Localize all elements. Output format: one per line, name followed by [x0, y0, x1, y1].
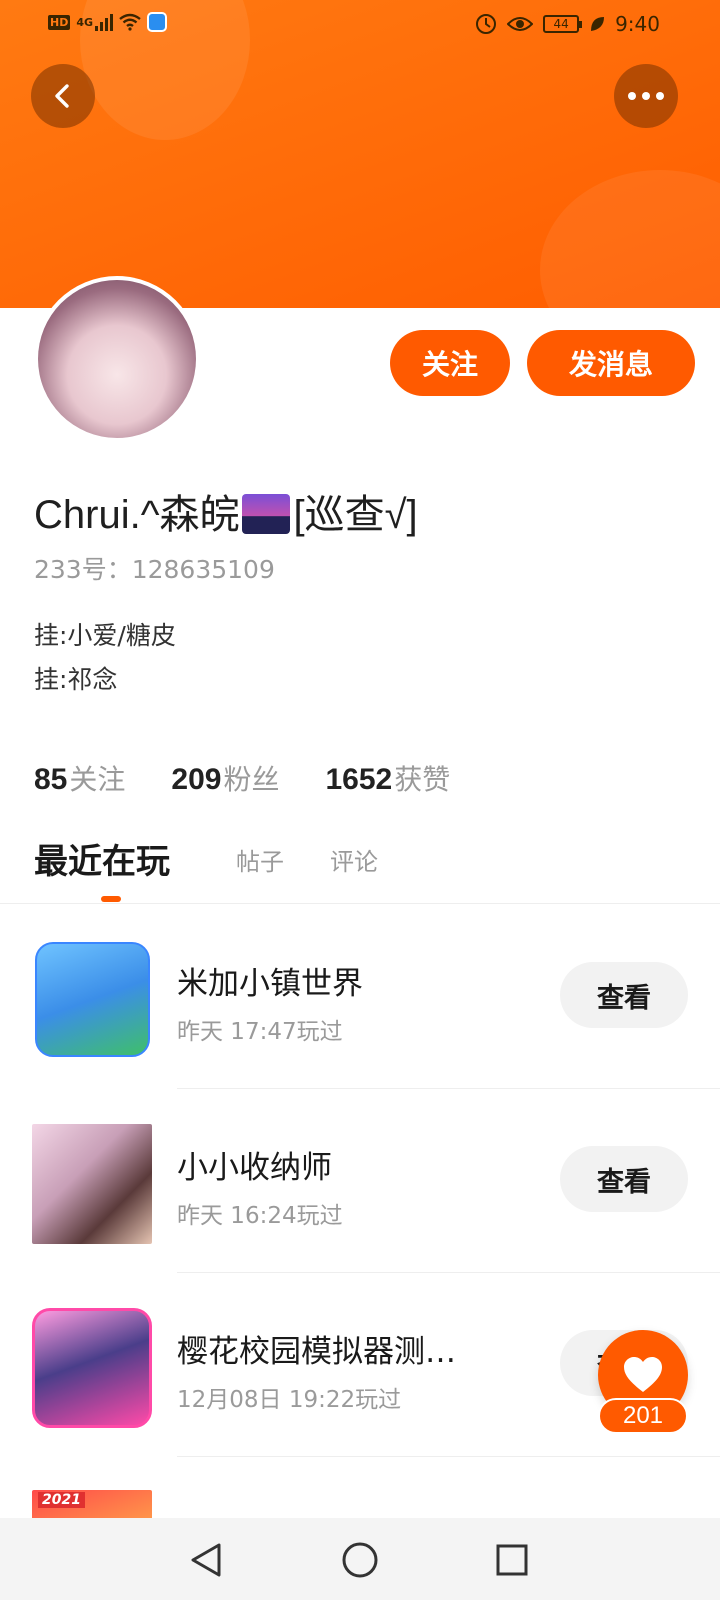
- list-item[interactable]: 米加小镇世界 昨天 17:47玩过 查看: [0, 920, 720, 1104]
- username-badge: [巡查√]: [293, 493, 418, 537]
- tab-posts[interactable]: 帖子: [236, 842, 284, 877]
- game-icon: [32, 1308, 152, 1428]
- triangle-back-icon: [191, 1543, 221, 1577]
- list-item[interactable]: 2021: [0, 1472, 720, 1518]
- leaf-icon: [591, 17, 605, 31]
- profile-stats: 85关注 209粉丝 1652获赞: [34, 758, 450, 798]
- active-tab-indicator: [101, 896, 121, 902]
- game-icon: [32, 1124, 152, 1244]
- followers-stat[interactable]: 209粉丝: [171, 758, 279, 798]
- circle-home-icon: [342, 1542, 378, 1578]
- send-message-button[interactable]: 发消息: [527, 330, 695, 396]
- eye-comfort-icon: [507, 17, 534, 31]
- divider: [177, 1456, 720, 1457]
- network-type: 4G: [76, 15, 94, 29]
- banner-decoration: [540, 170, 720, 308]
- chevron-left-icon: [55, 84, 69, 108]
- likes-count: 1652: [325, 763, 393, 796]
- followers-count: 209: [171, 763, 222, 796]
- view-button[interactable]: 查看: [560, 962, 688, 1028]
- nav-home-button[interactable]: [338, 1538, 382, 1582]
- following-stat[interactable]: 85关注: [34, 758, 125, 798]
- system-nav-bar: [0, 1518, 720, 1600]
- view-button[interactable]: 查看: [560, 1146, 688, 1212]
- app-notification-icon: [147, 12, 168, 32]
- wifi-icon: [119, 13, 141, 31]
- data-saver-icon: [476, 14, 497, 34]
- clock: 9:40: [615, 12, 660, 36]
- bio-line: 挂:祁念: [34, 665, 118, 694]
- game-name: 米加小镇世界: [177, 966, 363, 1002]
- list-item[interactable]: 小小收纳师 昨天 16:24玩过 查看: [0, 1104, 720, 1288]
- user-id-label: 233号：: [34, 555, 132, 584]
- follow-button[interactable]: 关注: [390, 330, 510, 396]
- signal-icon: [95, 13, 114, 31]
- like-count: 201: [598, 1398, 688, 1434]
- bio-line: 挂:小爱/糖皮: [34, 621, 176, 650]
- likes-stat[interactable]: 1652获赞: [325, 758, 450, 798]
- username: Chrui.^森皖 [巡查√]: [34, 482, 418, 540]
- following-count: 85: [34, 763, 68, 796]
- night-city-emoji-icon: [242, 494, 291, 534]
- game-played-time: 昨天 17:47玩过: [177, 1019, 343, 1045]
- nav-back-button[interactable]: [184, 1538, 228, 1582]
- game-icon: 2021: [32, 1490, 152, 1518]
- square-recents-icon: [496, 1544, 528, 1576]
- user-id: 233号：128635109: [34, 550, 275, 586]
- back-button[interactable]: [31, 64, 95, 128]
- avatar[interactable]: [34, 276, 200, 442]
- more-dots-icon: [628, 92, 664, 100]
- battery-icon: 44: [543, 15, 583, 33]
- tab-recently-played[interactable]: 最近在玩: [34, 834, 170, 883]
- game-icon-year-tag: 2021: [38, 1492, 85, 1508]
- game-icon: [35, 942, 150, 1057]
- followers-label: 粉丝: [223, 763, 280, 796]
- hd-icon: HD: [48, 14, 71, 30]
- tab-comments[interactable]: 评论: [330, 842, 378, 877]
- status-right: 44 9:40: [475, 12, 660, 36]
- game-played-time: 12月08日 19:22玩过: [177, 1387, 402, 1413]
- profile-header-banner: HD 4G 44 9:40: [0, 0, 720, 308]
- bio: 挂:小爱/糖皮 挂:祁念: [34, 614, 176, 702]
- avatar-image: [38, 280, 196, 438]
- profile-tabs: 最近在玩 帖子 评论: [0, 838, 720, 904]
- user-id-value: 128635109: [131, 555, 275, 584]
- nav-recents-button[interactable]: [490, 1538, 534, 1582]
- status-left: HD 4G: [48, 12, 168, 32]
- likes-label: 获赞: [394, 763, 451, 796]
- username-text: Chrui.^森皖: [34, 493, 240, 537]
- more-button[interactable]: [614, 64, 678, 128]
- divider: [177, 1272, 720, 1273]
- game-played-time: 昨天 16:24玩过: [177, 1203, 343, 1229]
- status-bar: HD 4G 44 9:40: [0, 0, 720, 50]
- following-label: 关注: [69, 763, 126, 796]
- heart-icon: [624, 1357, 662, 1392]
- game-name: 小小收纳师: [177, 1150, 332, 1186]
- divider: [177, 1088, 720, 1089]
- game-name: 樱花校园模拟器测…: [177, 1334, 456, 1370]
